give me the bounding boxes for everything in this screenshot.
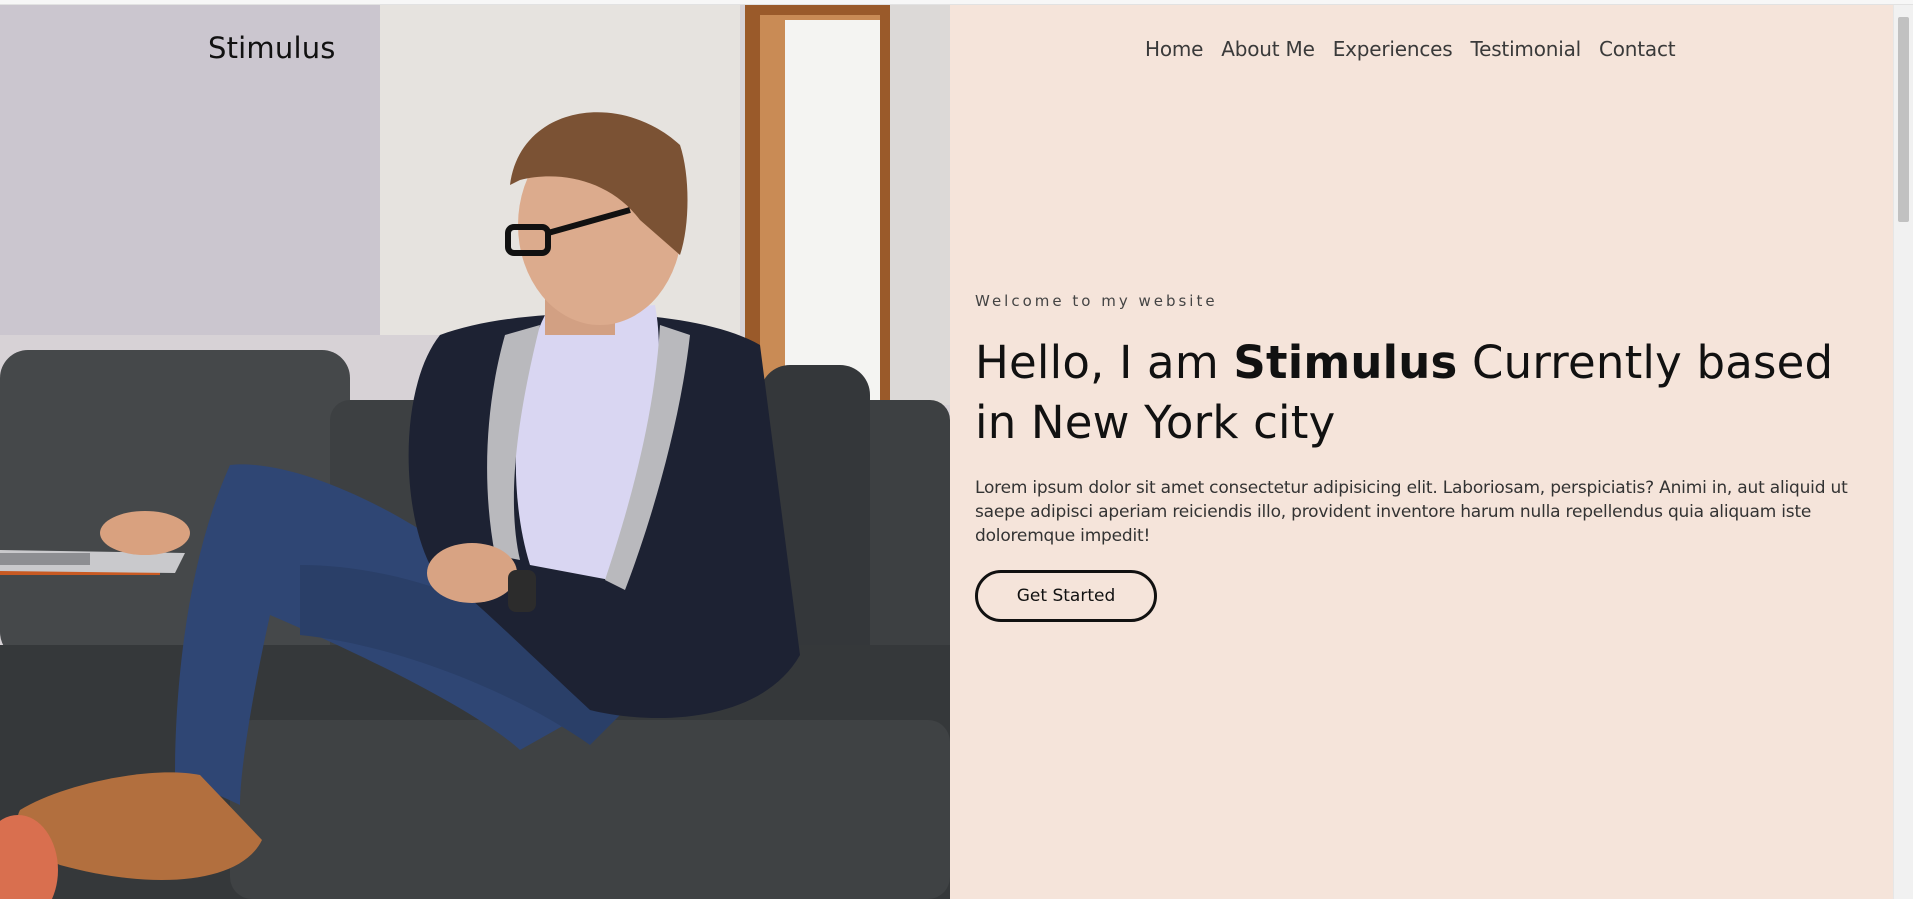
nav-home[interactable]: Home — [1145, 37, 1203, 61]
hero-photo: Stimulus — [0, 5, 950, 899]
nav-testimonial[interactable]: Testimonial — [1470, 37, 1581, 61]
scrollbar-thumb[interactable] — [1898, 17, 1909, 222]
person-on-sofa-illustration — [0, 5, 950, 899]
hero-description: Lorem ipsum dolor sit amet consectetur a… — [975, 478, 1848, 546]
nav-about-me[interactable]: About Me — [1221, 37, 1315, 61]
hero-content: Home About Me Experiences Testimonial Co… — [950, 5, 1893, 899]
welcome-text: Welcome to my website — [975, 292, 1218, 310]
get-started-button[interactable]: Get Started — [975, 570, 1157, 622]
site-logo[interactable]: Stimulus — [208, 31, 336, 65]
nav-contact[interactable]: Contact — [1599, 37, 1676, 61]
page-scrollbar[interactable] — [1893, 5, 1913, 899]
hero-headline: Hello, I am Stimulus Currently based in … — [975, 333, 1875, 453]
main-nav: Home About Me Experiences Testimonial Co… — [1145, 37, 1676, 61]
headline-name: Stimulus — [1233, 336, 1458, 389]
nav-experiences[interactable]: Experiences — [1333, 37, 1453, 61]
headline-intro: Hello, I am — [975, 336, 1234, 389]
